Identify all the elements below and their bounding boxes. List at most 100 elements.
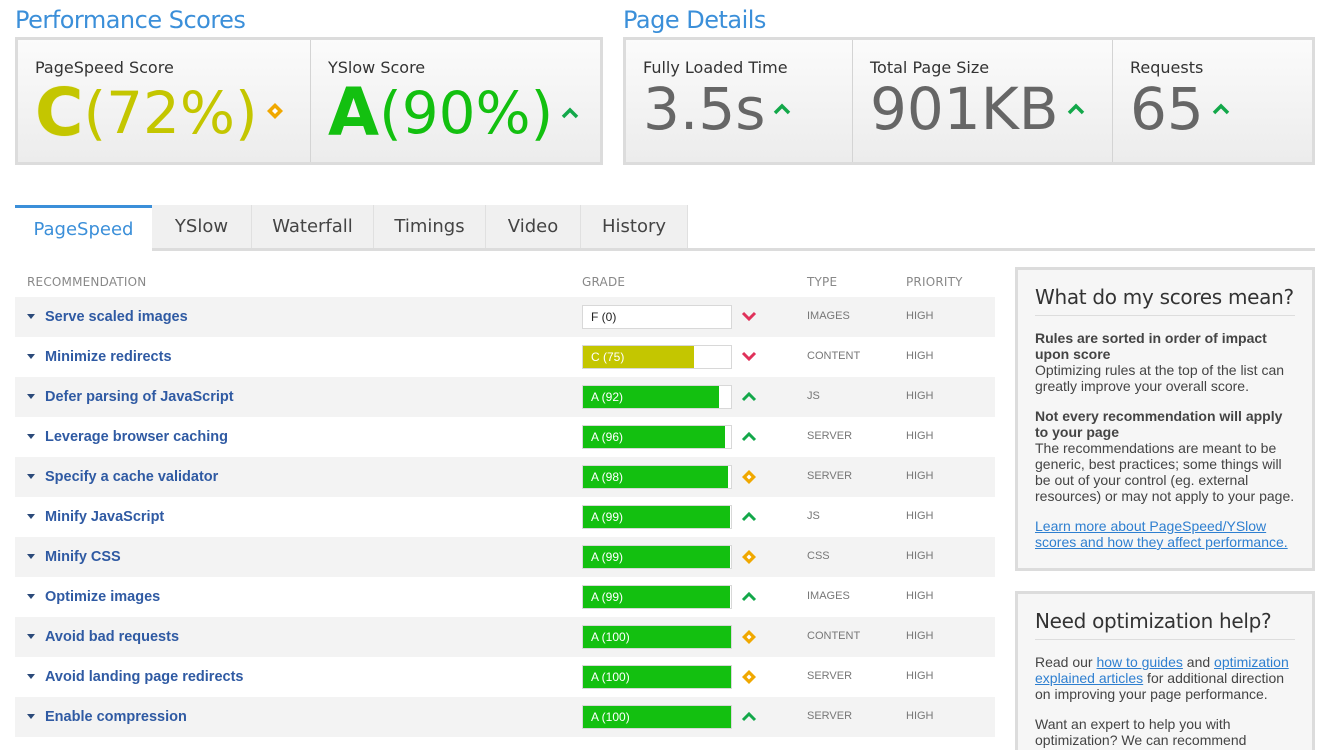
recommendation-row[interactable]: Optimize images A (99) IMAGES HIGH [15,577,995,617]
pagespeed-grade: C [35,74,84,151]
grade-bar: A (98) [582,465,732,489]
recommendation-row[interactable]: Enable compression A (100) SERVER HIGH [15,697,995,737]
tab-pagespeed[interactable]: PageSpeed [15,205,152,251]
header-priority: PRIORITY [906,275,963,289]
grade-bar: A (99) [582,585,732,609]
recommendation-row[interactable]: Minimize redirects C (75) CONTENT HIGH [15,337,995,377]
trend-down-icon [741,310,757,326]
recommendation-row[interactable]: Minify JavaScript A (99) JS HIGH [15,497,995,537]
recommendation-type: CONTENT [807,350,861,362]
recommendation-type: SERVER [807,710,853,722]
recommendation-priority: HIGH [906,630,934,642]
scores-info-box: What do my scores mean? Rules are sorted… [1015,267,1315,571]
expand-caret-icon[interactable] [27,394,35,399]
grade-text: A (100) [591,630,630,644]
scores-info-p1-heading: Rules are sorted in order of impact upon… [1035,330,1267,362]
recommendation-row[interactable]: Serve scaled images F (0) IMAGES HIGH [15,297,995,337]
load-time-value: 3.5s [643,75,766,143]
yslow-grade: A [328,74,380,151]
recommendation-row[interactable]: Avoid landing page redirects A (100) SERVE… [15,657,995,697]
recommendation-name[interactable]: Minify JavaScript [45,509,164,525]
scores-info-title: What do my scores mean? [1035,285,1295,316]
expand-caret-icon[interactable] [27,634,35,639]
expand-caret-icon[interactable] [27,714,35,719]
expand-caret-icon[interactable] [27,314,35,319]
grade-text: A (98) [591,470,624,484]
expand-caret-icon[interactable] [27,474,35,479]
yslow-score-card: YSlow Score A (90%) [310,40,600,162]
recommendation-type: JS [807,390,820,402]
recommendation-row[interactable]: Specify a cache validator A (98) SERVER HIG… [15,457,995,497]
requests-card: Requests 65 [1112,40,1312,162]
neutral-diamond-icon [741,469,757,489]
expand-caret-icon[interactable] [27,594,35,599]
load-time-value-row: 3.5s [643,80,791,138]
scores-info-p2-text: The recommendations are meant to be gene… [1035,440,1295,504]
grade-text: A (100) [591,670,630,684]
header-grade: GRADE [582,275,626,289]
tab-history[interactable]: History [581,205,688,248]
neutral-diamond-icon [741,549,757,569]
recommendation-type: SERVER [807,430,853,442]
recommendation-priority: HIGH [906,390,934,402]
recommendation-priority: HIGH [906,430,934,442]
tab-yslow[interactable]: YSlow [152,205,252,248]
trend-down-icon [741,350,757,366]
recommendations-list: Serve scaled images F (0) IMAGES HIGH Minimi… [15,297,995,737]
recommendation-priority: HIGH [906,710,934,722]
grade-bar: A (100) [582,625,732,649]
learn-more-link[interactable]: Learn more about PageSpeed/YSlow scores … [1035,518,1288,550]
requests-value: 65 [1130,75,1204,143]
recommendation-row[interactable]: Minify CSS A (99) CSS HIGH [15,537,995,577]
help-text-1: Read our [1035,654,1097,670]
recommendation-row[interactable]: Avoid bad requests A (100) CONTENT HIGH [15,617,995,657]
pagespeed-percent: (72%) [83,79,258,147]
trend-up-icon [741,590,757,606]
help-text-2: and [1182,654,1215,670]
recommendation-name[interactable]: Defer parsing of JavaScript [45,389,234,405]
expand-caret-icon[interactable] [27,434,35,439]
expand-caret-icon[interactable] [27,354,35,359]
yslow-percent: (90%) [379,79,554,147]
recommendation-priority: HIGH [906,590,934,602]
recommendation-row[interactable]: Defer parsing of JavaScript A (92) JS HIGH [15,377,995,417]
grade-text: A (96) [591,430,624,444]
recommendation-name[interactable]: Serve scaled images [45,309,188,325]
expand-caret-icon[interactable] [27,514,35,519]
trend-up-icon [741,390,757,406]
recommendation-name[interactable]: Minify CSS [45,549,121,565]
recommendation-name[interactable]: Optimize images [45,589,160,605]
tab-timings[interactable]: Timings [374,205,486,248]
trend-up-icon [1067,100,1085,119]
tab-waterfall[interactable]: Waterfall [252,205,374,248]
grade-text: A (100) [591,710,630,724]
recommendation-name[interactable]: Leverage browser caching [45,429,228,445]
grade-text: A (92) [591,390,624,404]
grade-bar: A (99) [582,505,732,529]
recommendation-row[interactable]: Leverage browser caching A (96) SERVER HIGH [15,417,995,457]
performance-scores-title: Performance Scores [15,6,246,34]
header-recommendation: RECOMMENDATION [27,275,147,289]
trend-up-icon [741,430,757,446]
grade-bar: A (96) [582,425,732,449]
trend-up-icon [741,510,757,526]
tab-video[interactable]: Video [486,205,581,248]
page-details-title: Page Details [623,6,766,34]
recommendation-name[interactable]: Specify a cache validator [45,469,218,485]
yslow-score-value: A (90%) [328,80,579,146]
scores-info-p1-text: Optimizing rules at the top of the list … [1035,362,1285,394]
scores-info-body: Rules are sorted in order of impact upon… [1035,330,1295,550]
expand-caret-icon[interactable] [27,674,35,679]
load-time-card: Fully Loaded Time 3.5s [626,40,852,162]
expand-caret-icon[interactable] [27,554,35,559]
recommendation-name[interactable]: Avoid bad requests [45,629,179,645]
recommendation-priority: HIGH [906,310,934,322]
recommendation-name[interactable]: Avoid landing page redirects [45,669,243,685]
how-to-guides-link[interactable]: how to guides [1096,654,1182,670]
page-details-panel: Fully Loaded Time 3.5s Total Page Size 9… [623,37,1315,165]
grade-bar: F (0) [582,305,732,329]
recommendation-name[interactable]: Enable compression [45,709,187,725]
recommendation-name[interactable]: Minimize redirects [45,349,172,365]
recommendation-priority: HIGH [906,510,934,522]
report-tabs: PageSpeed YSlow Waterfall Timings Video … [15,205,1315,251]
